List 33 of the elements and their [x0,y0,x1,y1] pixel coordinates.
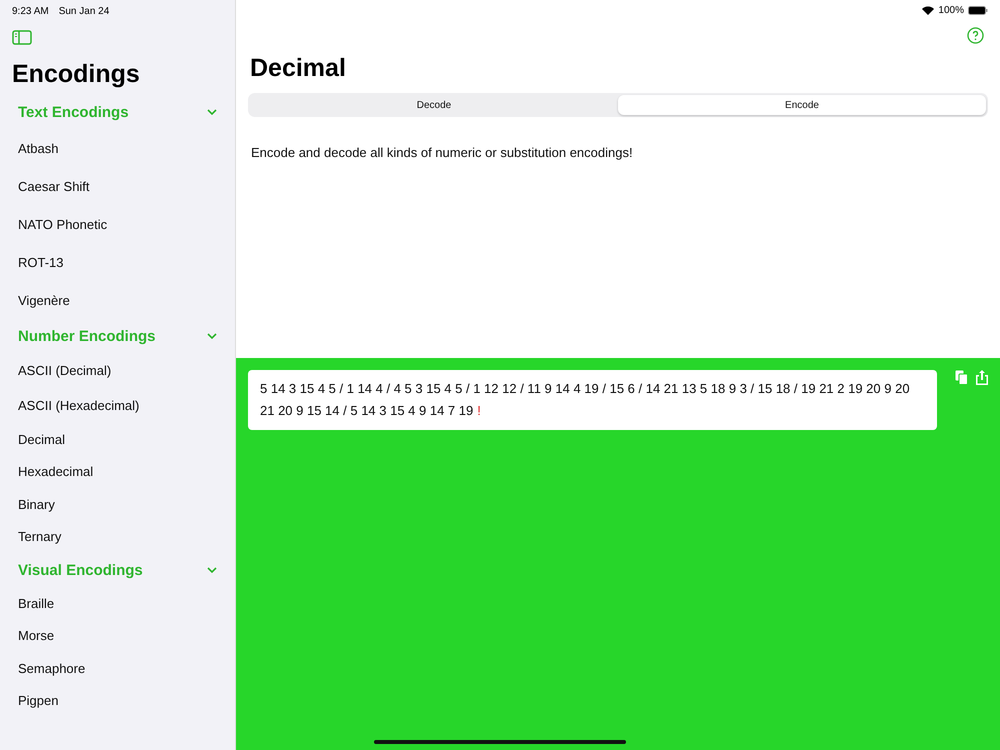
segment-tab[interactable]: Decode [250,95,618,115]
sidebar-title: Encodings [12,60,141,89]
sidebar-item[interactable]: Decimal [0,423,235,456]
status-date: Sun Jan 24 [58,6,110,16]
sidebar-item[interactable]: Vigenère [0,281,235,319]
status-time: 9:23 AM [12,6,49,16]
sidebar-item[interactable]: Braille [0,587,235,620]
chevron-icon[interactable] [207,567,217,573]
copy-icon[interactable] [955,370,968,385]
sidebar-item[interactable]: Morse [0,620,235,652]
battery-percent: 100% [938,4,964,16]
sidebar-item[interactable]: NATO Phonetic [0,205,235,243]
sidebar-item[interactable]: Hexadecimal [0,456,235,488]
share-icon[interactable] [976,370,988,385]
chevron-icon[interactable] [207,333,217,339]
sidebar-item[interactable]: ROT-13 [0,243,235,281]
sidebar-item[interactable]: Binary [0,488,235,520]
description-text: Encode and decode all kinds of numeric or substitution encodings! [251,145,634,160]
page-title: Decimal [250,54,347,83]
sidebar-item[interactable]: ASCII (Decimal) [0,353,235,388]
sidebar-toggle-icon[interactable] [12,30,32,45]
segment-tab[interactable]: Encode [618,95,986,115]
sidebar-item[interactable]: Caesar Shift [0,167,235,205]
sidebar-item[interactable]: Atbash [0,129,235,167]
sidebar-item[interactable]: Semaphore [0,652,235,684]
output-field[interactable]: 5 14 3 15 4 5 / 1 14 4 / 4 5 3 15 4 5 / 1 12 12 / 11 9 14 4 19 / 15 6 / 14 21 13 5 18 9 3 / 15 18 / 19 21 2 19 20 9 20 21 20 9 15 14 / 5 14 3 15 4 9 14 7 19 ! [248,370,937,430]
battery-icon [968,6,988,14]
wifi-icon [922,6,934,14]
sidebar-item[interactable]: Pigpen [0,684,235,717]
sidebar-item[interactable]: Ternary [0,520,235,553]
help-icon[interactable] [967,27,984,44]
chevron-icon[interactable] [207,109,217,115]
sidebar-item[interactable]: ASCII (Hexadecimal) [0,388,235,423]
